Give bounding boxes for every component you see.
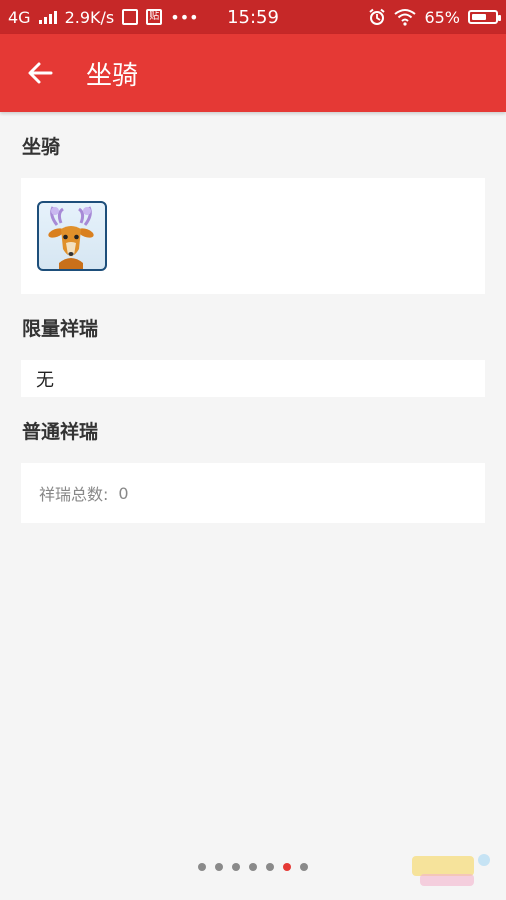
normal-total-label: 祥瑞总数:	[39, 485, 109, 504]
section-title-limited: 限量祥瑞	[22, 317, 99, 340]
wifi-icon	[394, 9, 417, 26]
normal-total-value: 0	[118, 483, 129, 503]
arrow-left-icon	[28, 62, 53, 84]
limited-card: 无	[21, 360, 485, 397]
page-dot	[249, 863, 257, 871]
content: 坐骑 限量祥瑞 无 普通祥瑞 祥瑞总数: 0	[0, 112, 506, 523]
page-dot	[232, 863, 240, 871]
app-bar: 坐骑	[0, 34, 506, 112]
battery-icon	[468, 10, 501, 24]
battery-percent: 65%	[424, 7, 460, 27]
page-dot	[266, 863, 274, 871]
section-title-normal: 普通祥瑞	[22, 420, 99, 443]
watermark-logo	[412, 854, 490, 886]
page-title: 坐骑	[86, 60, 139, 91]
status-bar: 4G 2.9K/s 贴 ••• 15:59 65%	[0, 0, 506, 34]
page-dot	[198, 863, 206, 871]
page-dot	[215, 863, 223, 871]
alarm-clock-icon	[369, 8, 386, 25]
mount-card	[21, 178, 485, 294]
deer-mount-icon[interactable]	[37, 201, 107, 271]
page-dot	[283, 863, 291, 871]
section-title-mount: 坐骑	[22, 135, 61, 158]
normal-card: 祥瑞总数: 0	[21, 463, 485, 523]
page-dot	[300, 863, 308, 871]
limited-value: 无	[36, 369, 54, 391]
back-button[interactable]	[16, 49, 64, 97]
status-right: 65%	[368, 0, 501, 34]
